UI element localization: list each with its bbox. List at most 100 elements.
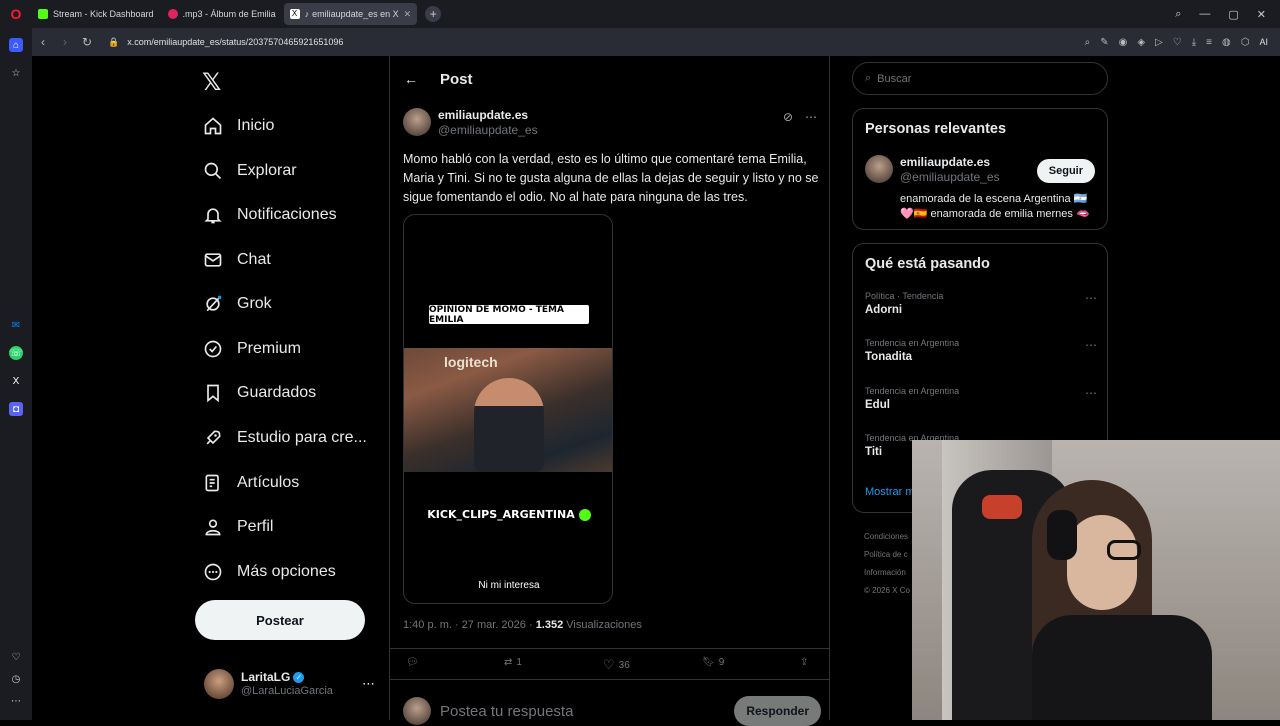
nav-item-guardados[interactable]: Guardados <box>202 378 316 408</box>
trend-item[interactable]: Política · Tendencia Adorni ⋯ <box>865 291 1097 316</box>
bookmark-action[interactable]: 🔖︎ 9 <box>702 657 724 668</box>
minimize-button[interactable]: — <box>1199 8 1210 20</box>
close-icon[interactable]: ✕ <box>404 9 412 20</box>
whatsapp-icon[interactable]: ☏ <box>9 346 23 360</box>
trend-more-icon[interactable]: ⋯ <box>1085 338 1097 352</box>
camera-icon[interactable]: ◉ <box>1119 37 1128 48</box>
download-icon[interactable]: ⤓ <box>1192 37 1196 48</box>
search-tabs-icon[interactable]: ⌕ <box>1175 8 1181 21</box>
messenger-icon[interactable]: ✉ <box>9 318 23 332</box>
nav-item-chat[interactable]: Chat <box>202 245 271 275</box>
search-placeholder: Buscar <box>877 72 912 85</box>
post-author[interactable]: emiliaupdate.es @emiliaupdate_es <box>403 108 538 138</box>
nav-item-articulos[interactable]: Artículos <box>202 468 299 498</box>
x-logo-icon[interactable]: 𝕏 <box>202 68 221 97</box>
show-more-link[interactable]: Mostrar m <box>865 486 915 498</box>
footer-link[interactable]: Política de c <box>864 546 910 564</box>
repost-action[interactable]: ⇄ 1 <box>504 657 522 668</box>
post-column: ← Post emiliaupdate.es @emiliaupdate_es … <box>389 56 830 726</box>
opera-logo-icon[interactable]: O <box>0 0 32 28</box>
grok-explain-icon[interactable]: ⊘ <box>783 110 793 124</box>
mail-icon <box>202 249 224 271</box>
page-title: Post <box>440 70 473 88</box>
reply-action[interactable]: 💬︎ <box>406 657 419 668</box>
account-name: LaritaLG <box>241 670 291 684</box>
author-name[interactable]: emiliaupdate.es <box>438 108 538 123</box>
heart-sidebar-icon[interactable]: ♡ <box>9 650 23 664</box>
ai-button[interactable]: AI <box>1259 37 1268 47</box>
account-switcher[interactable]: LaritaLG ✓ @LaraLuciaGarcia <box>204 669 333 699</box>
menu-icon[interactable]: ≡ <box>1206 37 1212 48</box>
share-icon: ⇪ <box>800 657 809 668</box>
reply-input[interactable]: Postea tu respuesta <box>440 703 573 720</box>
trend-more-icon[interactable]: ⋯ <box>1085 386 1097 400</box>
bookmark-count: 9 <box>718 657 725 668</box>
forward-icon[interactable]: › <box>54 35 76 49</box>
heart-icon[interactable]: ♡ <box>1173 37 1182 48</box>
tab-x-post[interactable]: X ♪ emiliaupdate_es en X ✕ <box>283 3 418 25</box>
avatar[interactable] <box>865 155 893 183</box>
kick-icon <box>38 9 48 19</box>
discord-icon[interactable]: ◘ <box>9 402 23 416</box>
url-field[interactable]: 🔒 x.com/emiliaupdate_es/status/203757046… <box>108 37 343 48</box>
back-arrow-icon[interactable]: ← <box>404 71 418 87</box>
post-timestamp[interactable]: 1:40 p. m. · 27 mar. 2026 · <box>403 619 536 631</box>
x-sidebar-icon[interactable]: X <box>9 374 23 388</box>
star-icon[interactable]: ☆ <box>9 66 23 80</box>
footer-link[interactable]: Condiciones <box>864 528 910 546</box>
relevant-user-name[interactable]: emiliaupdate.es <box>900 155 1000 170</box>
repost-count: 1 <box>516 657 522 668</box>
author-handle[interactable]: @emiliaupdate_es <box>438 123 538 138</box>
home-speed-dial-icon[interactable]: ⌂ <box>9 38 23 52</box>
more-icon[interactable]: ⋯ <box>9 694 23 708</box>
nav-item-perfil[interactable]: Perfil <box>202 512 273 542</box>
nav-item-notificaciones[interactable]: Notificaciones <box>202 200 337 230</box>
post-top-actions: ⊘ ⋯ <box>783 110 817 124</box>
close-window-button[interactable]: ✕ <box>1257 8 1266 21</box>
nav-item-inicio[interactable]: Inicio <box>202 111 274 141</box>
relevant-user[interactable]: emiliaupdate.es @emiliaupdate_es <box>865 155 1000 185</box>
footer-link[interactable]: Información <box>864 564 910 582</box>
nav-item-grok[interactable]: Grok <box>202 289 272 319</box>
rocket-icon <box>202 427 224 449</box>
video-brand: logitech <box>444 354 498 370</box>
share-action[interactable]: ⇪ <box>800 657 808 668</box>
post-video[interactable]: OPINIÓN DE MOMO - TEMA EMILIA logitech K… <box>403 214 613 604</box>
avatar[interactable] <box>403 108 431 136</box>
extensions-icon[interactable]: ⬡ <box>1241 37 1250 48</box>
audio-icon: ♪ <box>304 9 310 19</box>
tab-emilia-album[interactable]: .mp3 - Álbum de Emilia <box>162 3 282 25</box>
shield-icon[interactable]: ◈ <box>1137 37 1145 48</box>
reply-icon: 💬︎ <box>406 657 419 668</box>
edit-icon[interactable]: ✎ <box>1100 37 1108 48</box>
tab-kick-dashboard[interactable]: Stream - Kick Dashboard <box>32 3 160 25</box>
maximize-button[interactable]: ▢ <box>1228 8 1238 21</box>
post-button[interactable]: Postear <box>195 600 365 640</box>
reload-icon[interactable]: ↻ <box>76 35 98 49</box>
video-caption: Ni mi interesa <box>478 580 540 591</box>
account-handle: @LaraLuciaGarcia <box>241 685 333 697</box>
trend-more-icon[interactable]: ⋯ <box>1085 291 1097 305</box>
history-icon[interactable]: ◷ <box>9 672 23 686</box>
search-input[interactable]: ⌕ Buscar <box>852 62 1108 95</box>
zoom-icon[interactable]: ⌕ <box>1085 37 1091 48</box>
nav-item-estudio[interactable]: Estudio para cre... <box>202 423 367 453</box>
post-more-icon[interactable]: ⋯ <box>805 110 817 124</box>
video-banner: OPINIÓN DE MOMO - TEMA EMILIA <box>429 305 589 325</box>
nav-item-explorar[interactable]: Explorar <box>202 156 297 186</box>
profile-icon[interactable]: ◍ <box>1222 37 1231 48</box>
follow-button[interactable]: Seguir <box>1036 159 1095 183</box>
search-icon: ⌕ <box>865 72 872 84</box>
trend-item[interactable]: Tendencia en Argentina Edul ⋯ <box>865 386 1097 411</box>
nav-item-premium[interactable]: Premium <box>202 334 301 364</box>
play-icon[interactable]: ▷ <box>1155 37 1163 48</box>
person-icon <box>202 516 224 538</box>
reply-button[interactable]: Responder <box>734 696 821 726</box>
nav-item-mas-opciones[interactable]: Más opciones <box>202 557 336 587</box>
new-tab-button[interactable]: + <box>425 6 442 22</box>
back-icon[interactable]: ‹ <box>32 35 54 49</box>
trend-item[interactable]: Tendencia en Argentina Tonadita ⋯ <box>865 338 1097 363</box>
account-more-icon[interactable]: ⋯ <box>362 676 375 692</box>
like-action[interactable]: ♡ 36 <box>603 657 630 673</box>
relevant-people-title: Personas relevantes <box>865 121 1007 137</box>
